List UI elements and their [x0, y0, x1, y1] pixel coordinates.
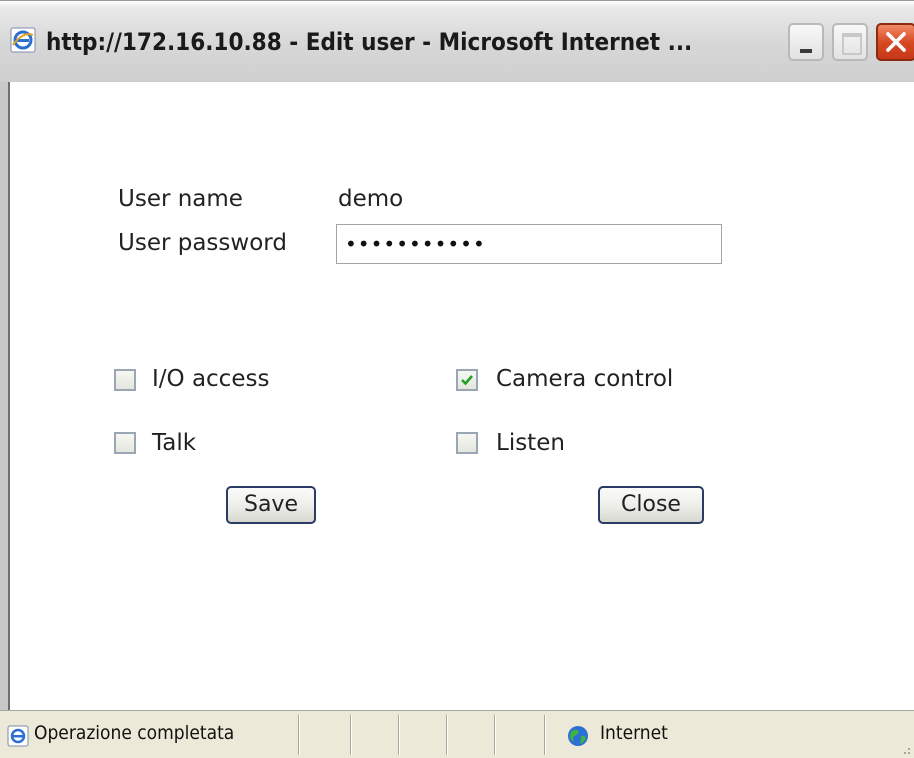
edit-user-form: User name demo User password I/O access … — [10, 82, 914, 710]
minimize-icon — [800, 49, 812, 53]
status-divider — [298, 715, 300, 755]
camera-control-label[interactable]: Camera control — [496, 366, 673, 392]
security-zone-text: Internet — [600, 722, 668, 744]
check-mark-icon — [461, 375, 473, 386]
status-bar: Operazione completata Internet — [0, 710, 914, 758]
maximize-icon — [842, 33, 862, 55]
close-button[interactable]: Close — [598, 486, 704, 524]
minimize-button[interactable] — [788, 23, 824, 61]
talk-label[interactable]: Talk — [152, 430, 196, 456]
status-divider — [398, 715, 400, 755]
page-icon — [6, 724, 30, 748]
listen-checkbox[interactable] — [456, 432, 478, 454]
user-password-label: User password — [118, 230, 287, 256]
password-field[interactable] — [336, 224, 722, 264]
maximize-button[interactable] — [832, 23, 868, 61]
camera-control-checkbox[interactable] — [456, 369, 478, 391]
io-access-label[interactable]: I/O access — [152, 366, 269, 392]
status-divider — [544, 715, 546, 755]
user-name-value: demo — [338, 186, 404, 212]
status-divider — [446, 715, 448, 755]
window-title: http://172.16.10.88 - Edit user - Micros… — [46, 28, 693, 56]
title-bar: http://172.16.10.88 - Edit user - Micros… — [0, 0, 914, 82]
window-frame-left — [0, 82, 10, 758]
status-text: Operazione completata — [34, 722, 235, 744]
close-window-button[interactable] — [876, 23, 914, 61]
internet-explorer-icon[interactable] — [10, 27, 36, 53]
status-divider — [494, 715, 496, 755]
save-button[interactable]: Save — [226, 486, 316, 524]
listen-label[interactable]: Listen — [496, 430, 565, 456]
io-access-checkbox[interactable] — [114, 369, 136, 391]
resize-grip-icon[interactable] — [896, 740, 912, 756]
talk-checkbox[interactable] — [114, 432, 136, 454]
close-icon — [886, 32, 906, 52]
status-divider — [350, 715, 352, 755]
user-name-label: User name — [118, 186, 243, 212]
globe-icon — [566, 724, 590, 748]
